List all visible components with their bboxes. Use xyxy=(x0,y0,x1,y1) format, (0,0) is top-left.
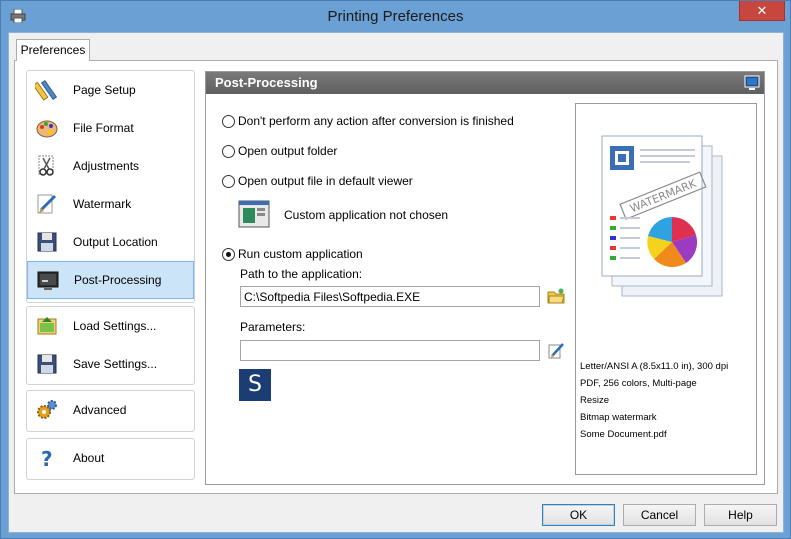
preview-info-watermark: Bitmap watermark xyxy=(580,412,657,423)
nav-group-advanced: Advanced xyxy=(26,390,195,432)
save-settings-icon xyxy=(37,354,57,374)
browse-folder-icon[interactable] xyxy=(547,287,565,305)
help-button[interactable]: Help xyxy=(704,504,777,526)
cancel-button[interactable]: Cancel xyxy=(623,504,696,526)
application-logo: S xyxy=(239,369,271,401)
monitor-icon xyxy=(744,75,760,90)
nav-item-post-processing[interactable]: Post-Processing xyxy=(27,261,194,299)
scissors-icon xyxy=(38,155,54,176)
option-label: Run custom application xyxy=(238,247,363,261)
window-title: Printing Preferences xyxy=(327,8,464,25)
nav-label: Advanced xyxy=(73,403,127,417)
nav-label: Page Setup xyxy=(73,83,136,97)
nav-item-adjustments[interactable]: Adjustments xyxy=(27,147,194,185)
question-mark-icon: ? xyxy=(41,447,53,470)
preview-info-filename: Some Document.pdf xyxy=(580,429,667,440)
watermark-pen-icon xyxy=(37,194,57,214)
preview-info: Letter/ANSI A (8.5x11.0 in), 300 dpi PDF… xyxy=(580,358,728,443)
nav-item-save-settings[interactable]: Save Settings... xyxy=(27,345,194,383)
title-bar: Printing Preferences ✕ xyxy=(1,1,790,32)
path-label: Path to the application: xyxy=(240,267,363,281)
gears-icon xyxy=(37,400,57,419)
radio-button[interactable] xyxy=(222,174,235,188)
parameters-label: Parameters: xyxy=(240,320,306,334)
option-label: Open output folder xyxy=(238,144,338,158)
document-preview: WATERMARK Letter/ANSI A (8.5x11.0 in), 3… xyxy=(575,103,757,475)
option-label: Open output file in default viewer xyxy=(238,174,413,188)
option-run-custom-application[interactable]: Run custom application xyxy=(222,247,363,261)
application-path-input[interactable] xyxy=(240,286,540,307)
nav-label: Save Settings... xyxy=(73,357,158,371)
svg-text:?: ? xyxy=(41,447,53,470)
nav-group-main: Page Setup File Format Adjustments Water… xyxy=(26,70,195,303)
nav-label: Load Settings... xyxy=(73,319,157,333)
radio-button[interactable] xyxy=(222,114,235,128)
nav-item-watermark[interactable]: Watermark xyxy=(27,185,194,223)
option-open-viewer[interactable]: Open output file in default viewer xyxy=(222,174,413,188)
nav-item-file-format[interactable]: File Format xyxy=(27,109,194,147)
nav-label: Output Location xyxy=(73,235,158,249)
nav-item-page-setup[interactable]: Page Setup xyxy=(27,71,194,109)
palette-icon xyxy=(36,120,58,138)
parameters-input[interactable] xyxy=(240,340,540,361)
preview-info-format: PDF, 256 colors, Multi-page xyxy=(580,378,697,389)
panel-title: Post-Processing xyxy=(206,72,764,94)
radio-button[interactable] xyxy=(222,144,235,158)
preview-info-resize: Resize xyxy=(580,395,610,406)
preview-info-paper: Letter/ANSI A (8.5x11.0 in), 300 dpi xyxy=(580,361,729,372)
post-processing-panel: Post-Processing Don't perform any action… xyxy=(205,71,765,485)
edit-pencil-icon[interactable] xyxy=(547,341,565,359)
nav-label: File Format xyxy=(73,121,134,135)
nav-label: Adjustments xyxy=(73,159,140,173)
close-button[interactable]: ✕ xyxy=(739,1,785,21)
pie-chart-graphic xyxy=(647,217,698,268)
option-open-folder[interactable]: Open output folder xyxy=(222,144,337,158)
nav-label: Post-Processing xyxy=(74,273,162,287)
monitor-icon xyxy=(37,271,59,290)
nav-group-settings: Load Settings... Save Settings... xyxy=(26,306,195,385)
option-label: Don't perform any action after conversio… xyxy=(238,114,514,128)
nav-item-advanced[interactable]: Advanced xyxy=(27,391,194,429)
radio-button-selected[interactable] xyxy=(222,247,235,261)
load-settings-icon xyxy=(37,317,57,335)
ok-button[interactable]: OK xyxy=(542,504,615,526)
nav-item-about[interactable]: ? About xyxy=(27,439,194,477)
printing-preferences-window: Printing Preferences ✕ Preferences Page … xyxy=(0,0,791,539)
nav-item-output-location[interactable]: Output Location xyxy=(27,223,194,261)
application-window-icon xyxy=(238,200,270,228)
document-preview-image: WATERMARK xyxy=(601,135,723,297)
nav-label: About xyxy=(73,451,105,465)
floppy-disk-icon xyxy=(37,232,57,252)
nav-label: Watermark xyxy=(73,197,132,211)
nav-item-load-settings[interactable]: Load Settings... xyxy=(27,307,194,345)
custom-app-status: Custom application not chosen xyxy=(284,208,449,222)
tab-preferences[interactable]: Preferences xyxy=(16,39,90,61)
ruler-pencil-icon xyxy=(35,79,58,101)
dialog-client-area: Preferences Page Setup File Format Adjus… xyxy=(8,32,784,533)
option-no-action[interactable]: Don't perform any action after conversio… xyxy=(222,114,514,128)
nav-group-about: ? About xyxy=(26,438,195,480)
